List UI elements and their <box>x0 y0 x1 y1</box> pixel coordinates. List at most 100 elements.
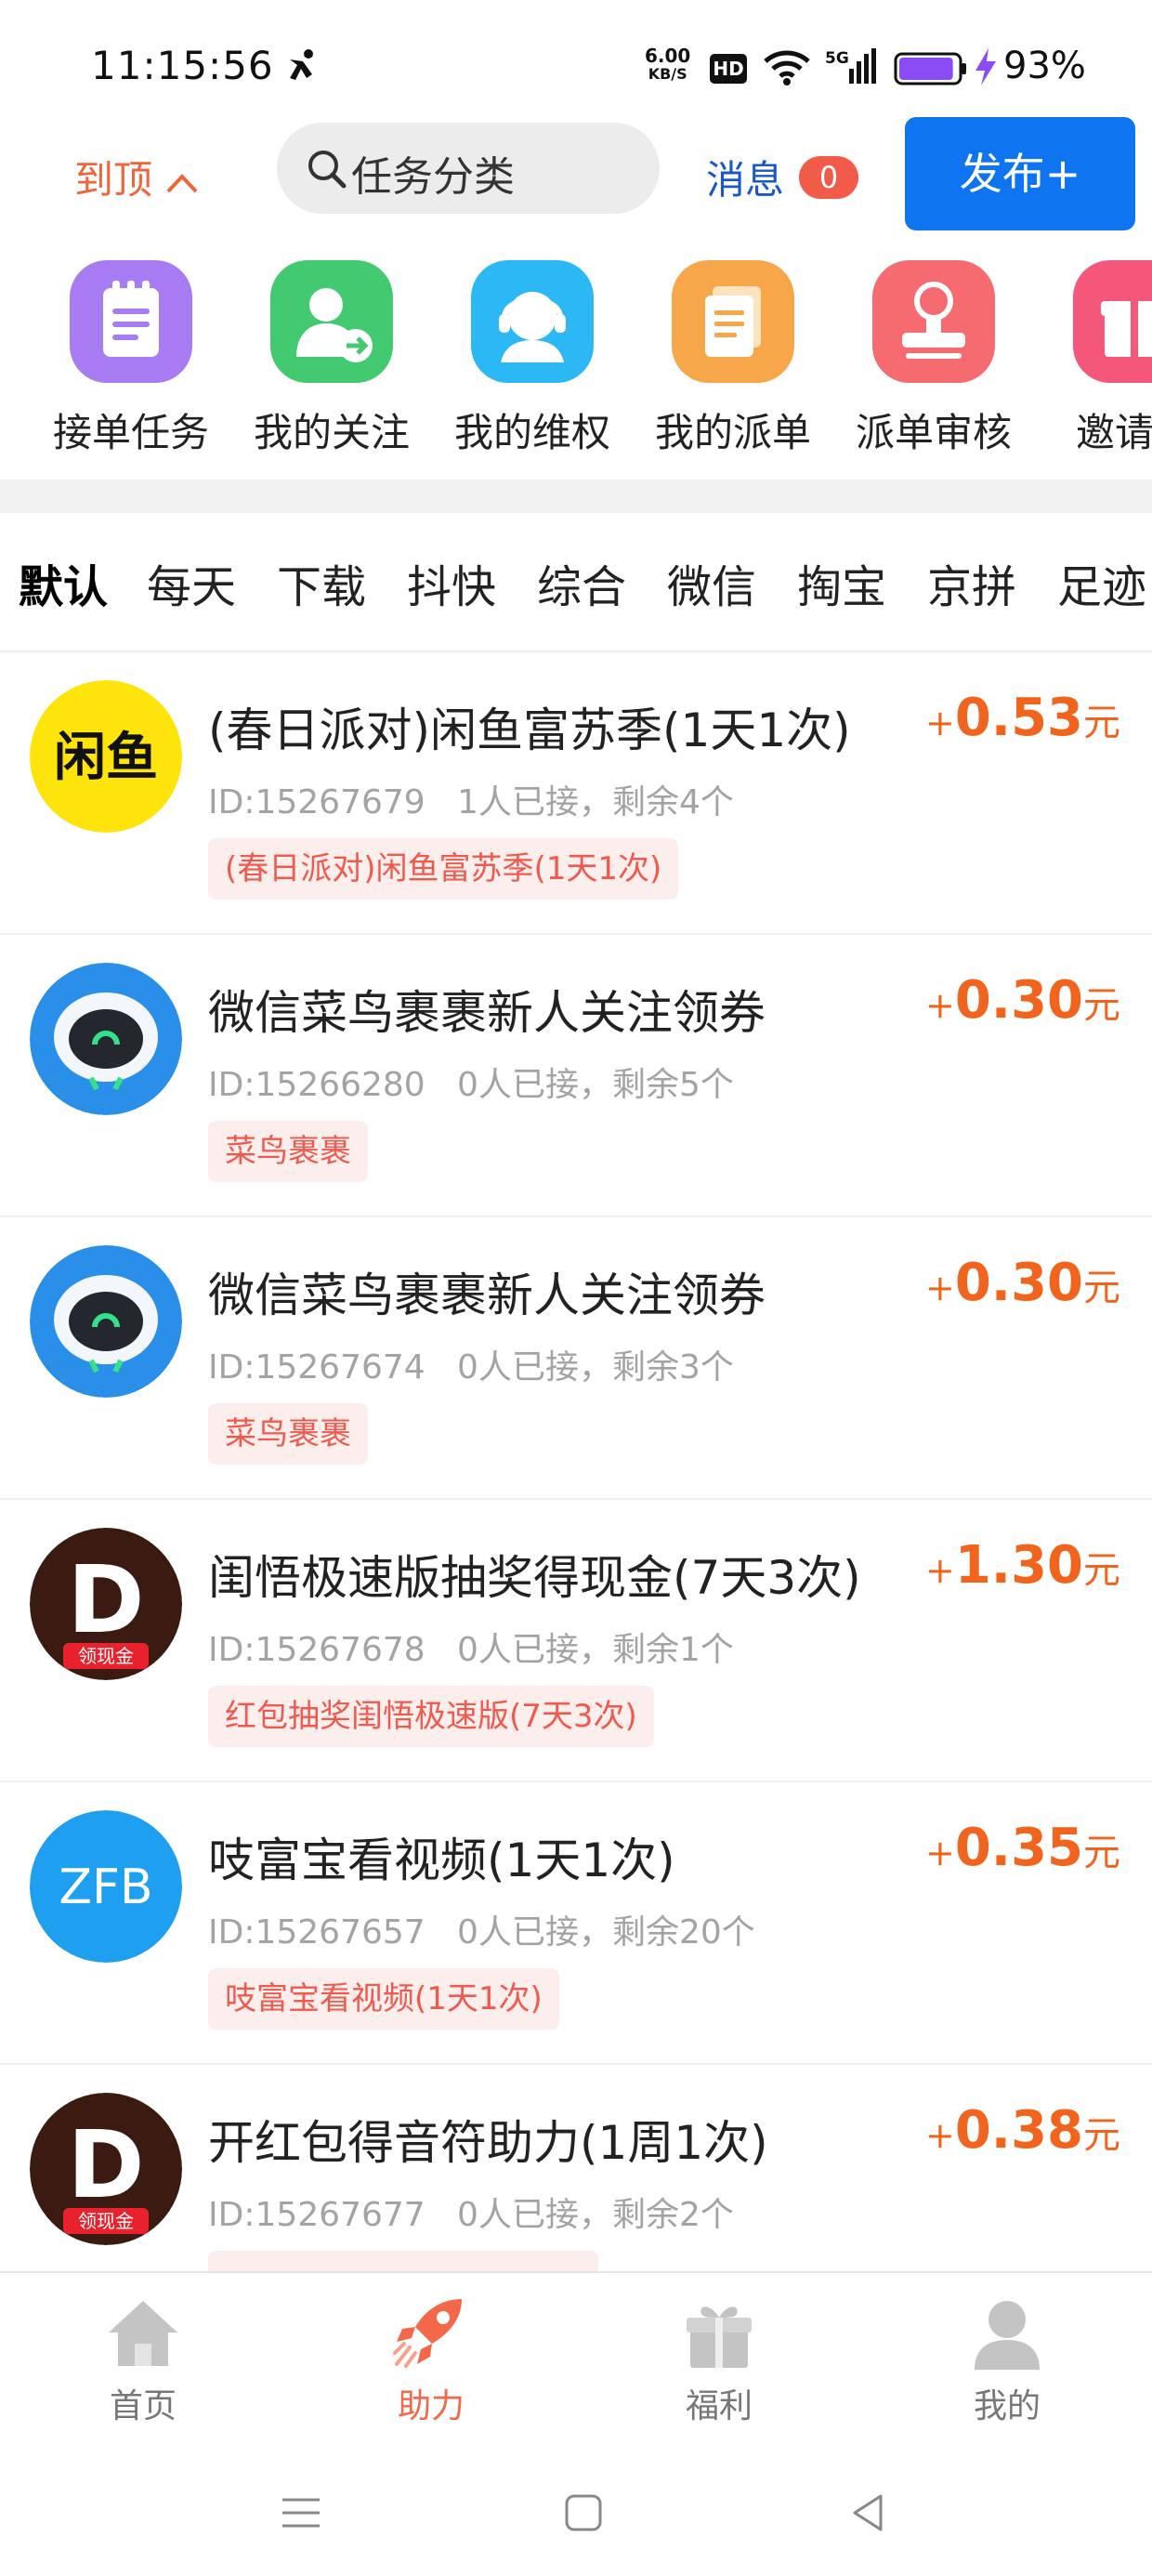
gift-icon <box>1073 260 1152 383</box>
quick-item-label: 邀请有 <box>1075 410 1152 455</box>
reward-amount: 0.30 <box>954 970 1083 1031</box>
gift-icon <box>677 2292 761 2375</box>
tab-taobao[interactable]: 掏宝 <box>797 550 886 615</box>
quick-item-label: 我的维权 <box>453 410 610 455</box>
section-divider <box>0 480 1152 513</box>
task-title: 微信菜鸟裹裹新人关注领券 <box>208 986 766 1040</box>
task-item[interactable]: 闲鱼 (春日派对)闲鱼富苏季(1天1次) ID:15267679 1人已接，剩余… <box>0 652 1152 935</box>
reward-unit: 元 <box>1083 2114 1120 2157</box>
task-meta: ID:15267678 0人已接，剩余1个 <box>208 1623 734 1671</box>
tab-footprint[interactable]: 足迹 <box>1057 550 1146 615</box>
system-navigation-bar <box>0 2457 1152 2576</box>
cainiao-robot-avatar <box>30 963 182 1115</box>
home-button-icon[interactable] <box>556 2485 611 2541</box>
quick-item-invite[interactable]: 邀请有 <box>1037 260 1152 458</box>
documents-icon <box>672 260 794 383</box>
signal-5g-label: 5G <box>825 49 849 68</box>
task-stats: 0人已接，剩余1个 <box>457 1631 734 1669</box>
avatar-logo-text: 闲鱼 <box>54 728 158 788</box>
task-item[interactable]: D 领现金 开红包得音符助力(1周1次) ID:15267677 0人已接，剩余… <box>0 2065 1152 2271</box>
search-placeholder: 任务分类 <box>351 153 515 201</box>
quick-menu: 接单任务 我的关注 我的维权 我的派单 派单审核 邀请 <box>0 260 1152 474</box>
chevron-up-icon <box>166 173 198 192</box>
nav-label: 首页 <box>109 2387 177 2425</box>
nav-boost[interactable]: 助力 <box>338 2292 524 2427</box>
task-reward: +0.53元 <box>925 688 1120 748</box>
scroll-to-top-button[interactable]: 到顶 <box>74 149 200 205</box>
publish-button[interactable]: 发布+ <box>905 117 1135 230</box>
nav-home[interactable]: 首页 <box>50 2292 236 2427</box>
tab-douyin-kuaishou[interactable]: 抖快 <box>407 550 496 615</box>
nav-label: 我的 <box>973 2387 1041 2425</box>
task-title: 开红包得音符助力(1周1次) <box>208 2116 768 2170</box>
task-id: ID:15267678 <box>208 1631 425 1669</box>
quick-item-my-dispatch[interactable]: 我的派单 <box>635 260 831 458</box>
tab-wechat[interactable]: 微信 <box>667 550 756 615</box>
quick-item-dispatch-review[interactable]: 派单审核 <box>836 260 1031 458</box>
user-share-icon <box>270 260 393 383</box>
task-item[interactable]: 微信菜鸟裹裹新人关注领券 ID:15267674 0人已接，剩余3个 菜鸟裹裹 … <box>0 1217 1152 1500</box>
quick-item-label: 派单审核 <box>855 410 1012 455</box>
top-bar: 到顶 任务分类 消息 0 发布+ <box>0 117 1152 232</box>
tab-general[interactable]: 综合 <box>537 550 626 615</box>
nav-profile[interactable]: 我的 <box>914 2292 1100 2427</box>
task-item[interactable]: ZFB 吱富宝看视频(1天1次) ID:15267657 0人已接，剩余20个 … <box>0 1782 1152 2065</box>
bottom-nav: 首页 助力 福利 我的 <box>0 2271 1152 2457</box>
quick-item-accept-tasks[interactable]: 接单任务 <box>33 260 229 458</box>
d-cash-logo-avatar: D 领现金 <box>30 2093 182 2245</box>
task-item[interactable]: 微信菜鸟裹裹新人关注领券 ID:15266280 0人已接，剩余5个 菜鸟裹裹 … <box>0 935 1152 1217</box>
cainiao-robot-avatar <box>30 1245 182 1398</box>
reward-unit: 元 <box>1083 984 1120 1027</box>
reward-amount: 0.38 <box>954 2100 1083 2161</box>
task-title: 吱富宝看视频(1天1次) <box>208 1833 675 1887</box>
task-meta: ID:15267679 1人已接，剩余4个 <box>208 775 734 823</box>
task-meta: ID:15267674 0人已接，剩余3个 <box>208 1340 734 1388</box>
quick-item-my-rights[interactable]: 我的维权 <box>435 260 630 458</box>
network-speed-value: 6.00 <box>645 45 691 67</box>
zfb-logo-avatar: ZFB <box>30 1810 182 1963</box>
quick-item-label: 接单任务 <box>52 410 209 455</box>
home-icon <box>101 2292 185 2375</box>
d-cash-logo-avatar: D 领现金 <box>30 1528 182 1680</box>
person-activity-icon <box>290 49 313 80</box>
reward-amount: 0.35 <box>954 1818 1083 1878</box>
tab-daily[interactable]: 每天 <box>147 550 236 615</box>
task-meta: ID:15267677 0人已接，剩余2个 <box>208 2188 734 2236</box>
task-stats: 0人已接，剩余20个 <box>457 1913 755 1952</box>
task-tag: 菜鸟裹裹 <box>208 1403 368 1465</box>
to-top-label: 到顶 <box>74 157 153 203</box>
notepad-icon <box>70 260 192 383</box>
avatar-sub-label: 领现金 <box>78 1645 134 1667</box>
battery-percent: 93% <box>1003 45 1086 87</box>
back-icon[interactable] <box>840 2485 896 2541</box>
reward-plus: + <box>924 703 955 743</box>
reward-unit: 元 <box>1083 1832 1120 1874</box>
task-list: 闲鱼 (春日派对)闲鱼富苏季(1天1次) ID:15267679 1人已接，剩余… <box>0 652 1152 2271</box>
task-tag: 吱富宝看视频(1天1次) <box>208 1968 559 2030</box>
task-title: 闺悟极速版抽奖得现金(7天3次) <box>208 1551 861 1605</box>
task-reward: +0.30元 <box>925 970 1120 1031</box>
task-category-search[interactable]: 任务分类 <box>277 123 660 214</box>
task-item[interactable]: D 领现金 闺悟极速版抽奖得现金(7天3次) ID:15267678 0人已接，… <box>0 1500 1152 1782</box>
messages-link[interactable]: 消息 <box>706 149 784 205</box>
reward-plus: + <box>924 1550 955 1591</box>
tab-download[interactable]: 下载 <box>277 550 366 615</box>
avatar-logo-text: D <box>67 1545 144 1654</box>
tab-default[interactable]: 默认 <box>19 550 108 615</box>
tab-jd-pdd[interactable]: 京拼 <box>927 550 1016 615</box>
network-speed: 6.00 KB/S <box>645 46 690 84</box>
task-title: 微信菜鸟裹裹新人关注领券 <box>208 1268 766 1322</box>
search-icon <box>308 151 347 189</box>
quick-item-my-follows[interactable]: 我的关注 <box>234 260 429 458</box>
reward-plus: + <box>924 1833 955 1873</box>
quick-item-label: 我的关注 <box>253 410 410 455</box>
reward-plus: + <box>924 1268 955 1308</box>
nav-welfare[interactable]: 福利 <box>626 2292 812 2427</box>
recent-apps-icon[interactable] <box>273 2485 329 2541</box>
stamp-icon <box>872 260 995 383</box>
cellular-signal-icon: 5G <box>825 48 876 84</box>
task-stats: 1人已接，剩余4个 <box>457 783 734 821</box>
hd-badge: HD <box>710 54 747 84</box>
avatar-sub-label: 领现金 <box>78 2210 134 2232</box>
task-stats: 0人已接，剩余5个 <box>457 1066 734 1104</box>
